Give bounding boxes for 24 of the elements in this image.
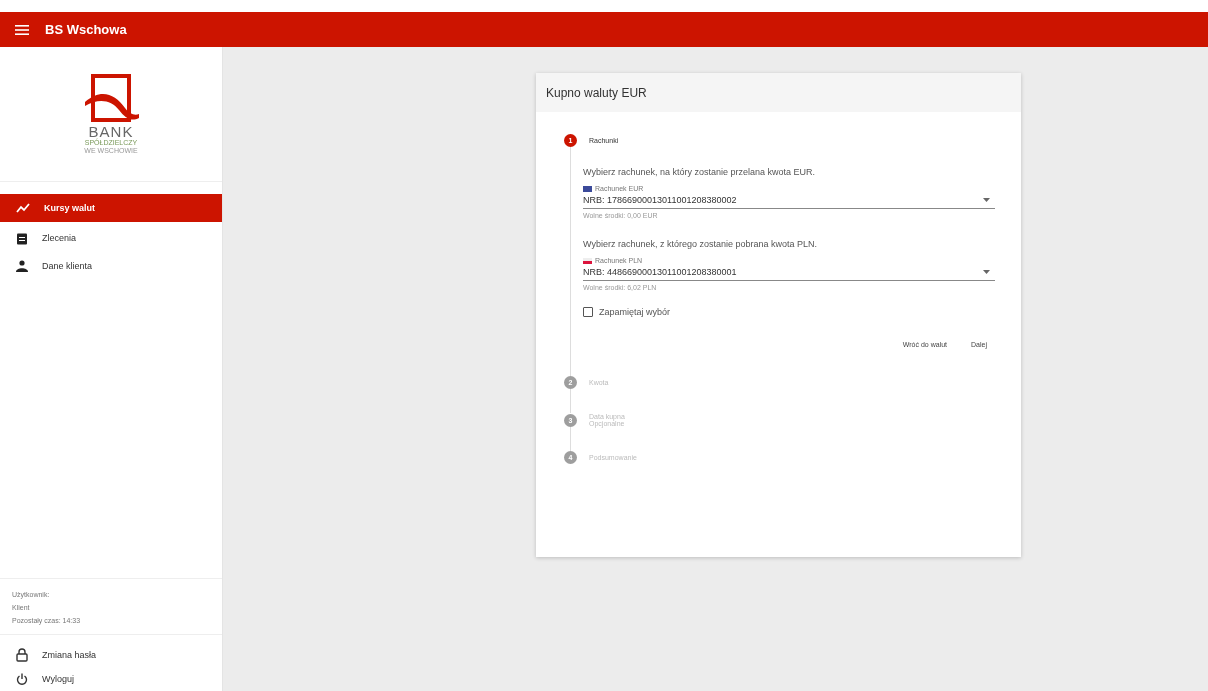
nav-item[interactable]: Zlecenia [0,224,222,252]
trend-icon [16,203,30,213]
prompt-text: Wybierz rachunek, na który zostanie przelana kwota EUR. [583,167,817,177]
dropdown-caret-icon [983,270,990,274]
flag-icon [583,185,592,192]
nav-item[interactable]: Kursy walut [0,194,222,222]
nav-item[interactable]: Wyloguj [0,667,222,691]
nav-item[interactable]: Dane klienta [0,252,222,280]
remember-checkbox[interactable]: Zapamiętaj wybór [583,307,995,317]
checkbox-icon[interactable] [583,307,593,317]
nav-item[interactable]: Zmiana hasła [0,643,222,667]
dropdown-caret-icon [983,198,990,202]
account-select[interactable]: NRB: 17866900013011001208380002 [583,192,995,209]
lock-icon [16,648,28,662]
card-title: Kupno waluty EUR [546,85,647,100]
logo-text: BANK [88,123,134,139]
app-title: BS Wschowa [45,22,127,37]
clipboard-icon [16,231,28,245]
menu-icon[interactable] [15,24,29,35]
power-icon [16,673,28,685]
account-select[interactable]: NRB: 44866900013011001208380001 [583,264,995,281]
prompt-text: Wybierz rachunek, z którego zostanie pobrana kwota PLN. [583,239,819,249]
person-icon [16,260,28,272]
flag-icon [583,257,592,264]
